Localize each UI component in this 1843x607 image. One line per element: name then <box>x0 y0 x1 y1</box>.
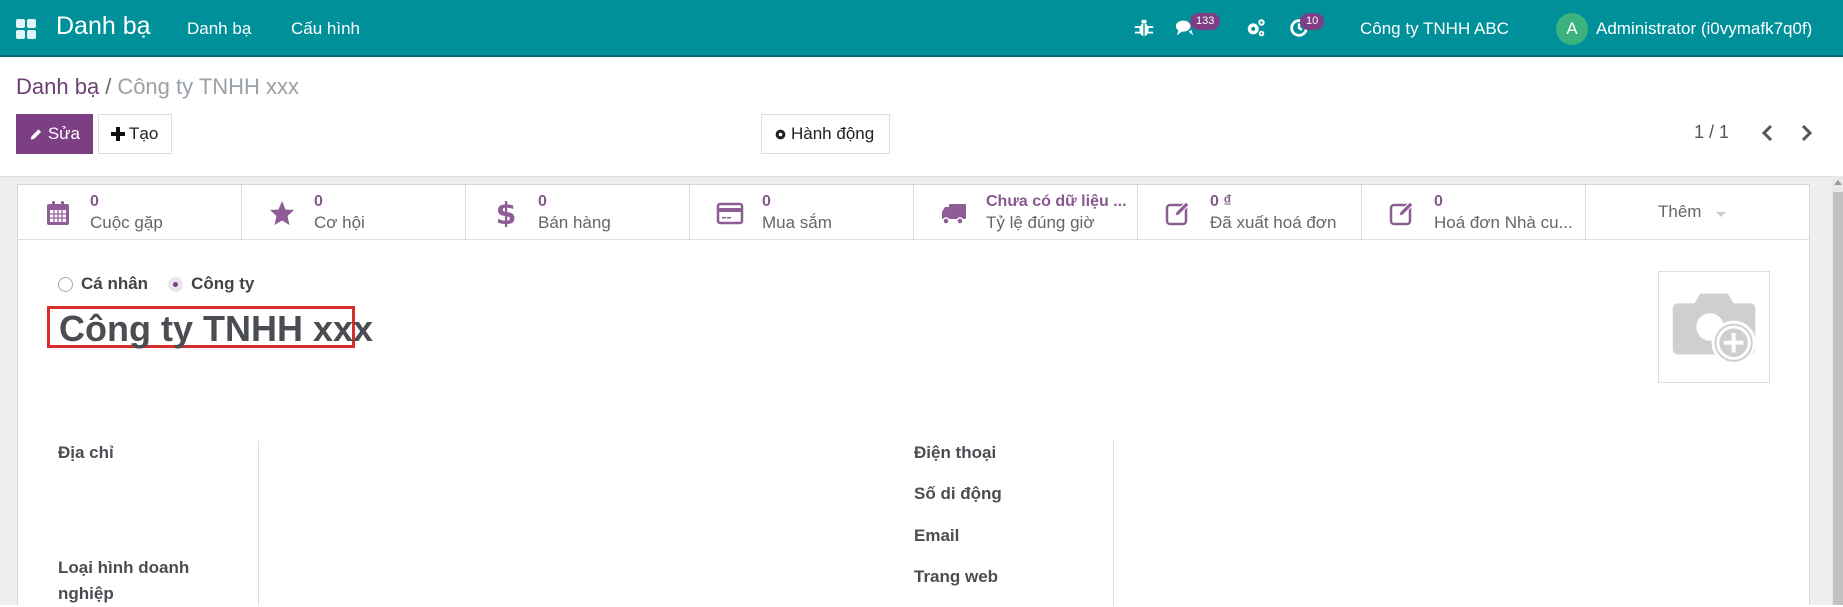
field-label-company-type: Loại hình doanh nghiệp <box>58 558 190 603</box>
breadcrumb-parent[interactable]: Danh bạ <box>16 74 99 99</box>
edit-icon <box>1165 201 1190 226</box>
calendar-icon <box>47 201 69 225</box>
stat-label: Mua sắm <box>762 213 832 232</box>
stat-button-vendor-bills[interactable]: 0 Hoá đơn Nhà cu... <box>1362 185 1586 239</box>
pager-previous-icon[interactable] <box>1757 120 1779 146</box>
plus-icon <box>111 127 125 141</box>
edit-button[interactable]: Sửa <box>16 114 93 154</box>
radio-company[interactable] <box>168 276 184 292</box>
settings-gears-icon[interactable] <box>1245 17 1267 39</box>
stat-label: Tỷ lệ đúng giờ <box>986 213 1095 232</box>
pencil-icon <box>30 128 42 140</box>
radio-individual[interactable] <box>58 276 73 292</box>
app-title[interactable]: Danh bạ <box>56 12 151 41</box>
breadcrumb-separator: / <box>105 74 112 99</box>
stat-label: Cuộc gặp <box>90 213 163 232</box>
radio-individual-label[interactable]: Cá nhân <box>81 274 148 294</box>
stat-value: 0 ₫ <box>1210 193 1232 210</box>
stat-button-on-time-rate[interactable]: Chưa có dữ liệu ... Tỷ lệ đúng giờ <box>914 185 1138 239</box>
user-menu[interactable]: Administrator (i0vymafk7q0f) <box>1596 19 1812 39</box>
breadcrumb: Danh bạ / Công ty TNHH xxx <box>16 74 299 100</box>
partner-name-highlight: Công ty TNHH xxx <box>47 306 373 349</box>
stat-value: 0 <box>1434 193 1443 210</box>
stat-value: 0 <box>90 193 99 210</box>
pager-next-icon[interactable] <box>1795 120 1817 146</box>
field-label-mobile: Số di động <box>914 484 1002 503</box>
stat-button-bar: 0 Cuộc gặp 0 Cơ hội $ 0 Bán hàng 0 Mua s… <box>18 185 1809 240</box>
dollar-icon: $ <box>496 199 517 227</box>
pager-value[interactable]: 1 / 1 <box>1694 122 1729 143</box>
company-switcher[interactable]: Công ty TNHH ABC <box>1360 19 1509 39</box>
radio-company-label[interactable]: Công ty <box>191 274 254 294</box>
messages-badge: 133 <box>1190 13 1221 30</box>
right-field-divider <box>1113 441 1114 606</box>
stat-button-meetings[interactable]: 0 Cuộc gặp <box>18 185 242 239</box>
scroll-up-arrow-icon[interactable] <box>1834 180 1842 185</box>
caret-down-icon <box>1716 212 1726 217</box>
edit-button-label: Sửa <box>47 124 80 143</box>
stat-label: Hoá đơn Nhà cu... <box>1434 213 1573 232</box>
create-button[interactable]: Tạo <box>98 114 172 154</box>
stat-label: Đã xuất hoá đơn <box>1210 213 1337 232</box>
stat-value: Chưa có dữ liệu ... <box>986 193 1127 210</box>
svg-text:$: $ <box>496 199 517 227</box>
action-menu-button[interactable]: Hành động <box>761 114 890 154</box>
stat-value: 0 <box>762 193 771 210</box>
debug-bug-icon[interactable] <box>1133 17 1155 39</box>
user-avatar[interactable]: A <box>1556 13 1588 45</box>
more-label: Thêm <box>1658 202 1702 221</box>
apps-menu-icon[interactable] <box>16 19 36 39</box>
top-navbar: Danh bạ Danh bạ Cấu hình 133 10 Công ty … <box>0 0 1843 57</box>
stat-button-sales[interactable]: $ 0 Bán hàng <box>466 185 690 239</box>
scrollbar-thumb[interactable] <box>1833 192 1843 605</box>
partner-name[interactable]: Công ty TNHH xxx <box>59 308 373 350</box>
field-label-address: Địa chỉ <box>58 443 114 462</box>
stat-label: Bán hàng <box>538 213 611 232</box>
company-type-radio-group: Cá nhân Công ty <box>58 274 274 294</box>
activities-badge: 10 <box>1300 13 1325 30</box>
vertical-scrollbar[interactable] <box>1832 176 1843 605</box>
field-label-phone: Điện thoại <box>914 443 997 462</box>
create-button-label: Tạo <box>129 124 159 143</box>
stat-label: Cơ hội <box>314 213 365 232</box>
stat-button-purchases[interactable]: 0 Mua sắm <box>690 185 914 239</box>
breadcrumb-current: Công ty TNHH xxx <box>117 74 300 99</box>
image-upload-camera-icon[interactable] <box>1658 271 1770 383</box>
credit-card-icon <box>716 202 744 225</box>
left-field-divider <box>258 441 259 606</box>
stat-button-invoiced[interactable]: 0 ₫ Đã xuất hoá đơn <box>1138 185 1362 239</box>
form-sheet: 0 Cuộc gặp 0 Cơ hội $ 0 Bán hàng 0 Mua s… <box>17 184 1810 606</box>
stat-value: 0 <box>538 193 547 210</box>
menu-danh-ba[interactable]: Danh bạ <box>187 19 251 39</box>
stat-value: 0 <box>314 193 323 210</box>
gear-icon <box>775 129 786 139</box>
menu-cau-hinh[interactable]: Cấu hình <box>291 19 360 39</box>
edit-icon <box>1389 201 1414 226</box>
truck-icon <box>942 204 966 225</box>
field-label-email: Email <box>914 526 960 545</box>
star-icon <box>270 201 294 225</box>
more-stat-buttons-dropdown[interactable]: Thêm <box>1586 185 1809 239</box>
stat-button-opportunities[interactable]: 0 Cơ hội <box>242 185 466 239</box>
field-label-website: Trang web <box>914 567 999 586</box>
action-menu-label: Hành động <box>791 124 875 143</box>
